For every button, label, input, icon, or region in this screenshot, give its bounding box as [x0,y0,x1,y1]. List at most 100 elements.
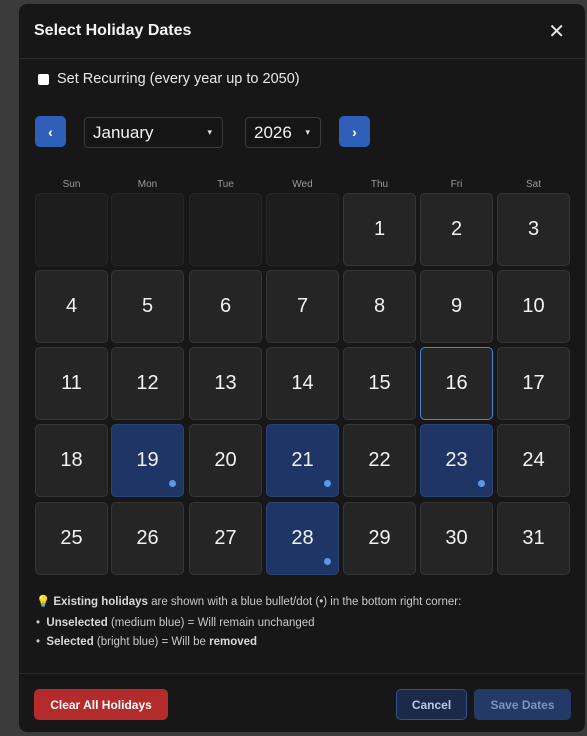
day-number: 31 [522,527,545,549]
weekday-label: Mon [137,179,158,190]
cancel-button[interactable]: Cancel [396,689,467,720]
next-month-button[interactable]: › [339,116,370,147]
weekday-label: Tue [217,179,234,190]
info-bold-removed: removed [209,636,258,648]
footer-divider [19,673,585,674]
day-number: 22 [368,449,391,471]
day-number: 15 [368,372,391,394]
day-cell[interactable]: 2 [420,193,493,266]
weekday-label: Sat [525,179,541,190]
info-line-selected: • Selected (bright blue) = Will be remov… [36,636,257,648]
day-number: 6 [219,295,232,317]
save-dates-button[interactable]: Save Dates [474,689,571,720]
day-number: 12 [136,372,159,394]
day-cell[interactable]: 21 [266,424,339,497]
day-number: 2 [450,218,463,240]
empty-day-cell [35,193,108,266]
day-cell[interactable]: 26 [111,502,184,575]
day-cell[interactable]: 14 [266,347,339,420]
day-number: 14 [291,372,314,394]
chevron-down-icon: ▾ [207,127,212,137]
prev-month-button[interactable]: ‹ [35,116,66,147]
day-number: 7 [296,295,309,317]
info-text-existing: are shown with a blue bullet/dot (•) in … [147,596,462,608]
holiday-dot-icon [169,480,176,487]
day-cell[interactable]: 1 [343,193,416,266]
day-cell[interactable]: 24 [497,424,570,497]
day-number: 20 [214,449,237,471]
recurring-label: Set Recurring (every year up to 2050) [57,71,300,87]
year-select[interactable]: 2026 ▾ [245,117,321,148]
day-number: 3 [527,218,540,240]
day-cell[interactable]: 31 [497,502,570,575]
day-cell[interactable]: 28 [266,502,339,575]
day-cell[interactable]: 5 [111,270,184,343]
holiday-dot-icon [478,480,485,487]
day-cell[interactable]: 27 [189,502,262,575]
day-cell[interactable]: 3 [497,193,570,266]
close-icon[interactable]: ✕ [548,19,565,44]
day-cell[interactable]: 30 [420,502,493,575]
day-number: 28 [291,527,314,549]
info-bold-unselected: Unselected [46,617,108,629]
year-value: 2026 [254,122,292,142]
day-cell[interactable]: 11 [35,347,108,420]
empty-day-cell [266,193,339,266]
day-number: 30 [445,527,468,549]
day-number: 26 [136,527,159,549]
empty-day-cell [111,193,184,266]
day-number: 1 [373,218,386,240]
dialog-title: Select Holiday Dates [34,22,192,39]
recurring-option[interactable]: Set Recurring (every year up to 2050) [38,71,300,87]
empty-day-cell [189,193,262,266]
chevron-down-icon: ▾ [305,127,310,137]
day-number: 18 [60,449,83,471]
day-number: 10 [522,295,545,317]
info-line-existing: 💡 Existing holidays are shown with a blue… [36,594,461,608]
day-cell[interactable]: 8 [343,270,416,343]
day-number: 4 [65,295,78,317]
day-number: 8 [373,295,386,317]
day-cell[interactable]: 19 [111,424,184,497]
day-cell[interactable]: 12 [111,347,184,420]
day-cell[interactable]: 6 [189,270,262,343]
day-cell[interactable]: 7 [266,270,339,343]
day-number: 5 [141,295,154,317]
day-cell[interactable]: 13 [189,347,262,420]
day-cell[interactable]: 20 [189,424,262,497]
info-bold-existing: Existing holidays [53,596,148,608]
weekday-label: Thu [370,179,389,190]
day-cell[interactable]: 9 [420,270,493,343]
day-cell[interactable]: 17 [497,347,570,420]
day-cell[interactable]: 22 [343,424,416,497]
info-line-unselected: • Unselected (medium blue) = Will remain… [36,617,315,629]
day-cell[interactable]: 4 [35,270,108,343]
recurring-checkbox[interactable] [38,73,49,85]
day-cell[interactable]: 16 [420,347,493,420]
clear-all-holidays-button[interactable]: Clear All Holidays [34,689,168,720]
info-text-selected: (bright blue) = Will be [93,636,210,648]
weekday-label: Wed [292,179,313,190]
day-number: 16 [445,372,468,394]
day-cell[interactable]: 23 [420,424,493,497]
day-number: 13 [214,372,237,394]
holiday-dot-icon [324,480,331,487]
day-cell[interactable]: 15 [343,347,416,420]
chevron-right-icon: › [352,123,357,140]
info-text-unselected: (medium blue) = Will remain unchanged [107,617,315,629]
day-number: 19 [136,449,159,471]
holiday-dot-icon [324,558,331,565]
day-cell[interactable]: 18 [35,424,108,497]
weekday-label: Fri [450,179,463,190]
month-select[interactable]: January ▾ [84,117,223,148]
day-cell[interactable]: 29 [343,502,416,575]
holiday-dialog: Select Holiday Dates ✕ Set Recurring (ev… [19,4,585,732]
day-cell[interactable]: 25 [35,502,108,575]
lightbulb-icon: 💡 [36,596,51,608]
month-value: January [93,122,154,142]
day-number: 17 [522,372,545,394]
day-number: 23 [445,449,468,471]
day-cell[interactable]: 10 [497,270,570,343]
info-bold-selected: Selected [46,636,94,648]
bullet: • [36,636,41,648]
